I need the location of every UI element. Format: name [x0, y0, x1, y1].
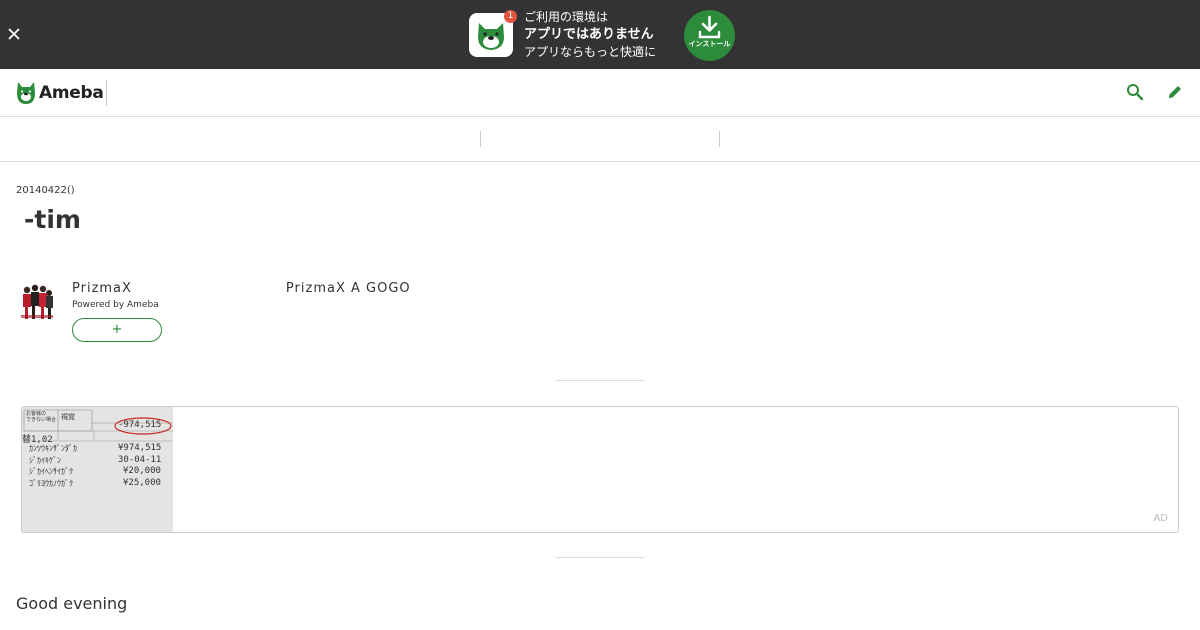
post-date: 20140422() — [16, 185, 75, 196]
post-body-text: Good evening — [16, 594, 128, 613]
notification-badge: 1 — [504, 10, 517, 23]
ad-banner[interactable]: お客様の できない場合 視覚 -974,515 替1,02 ｶﾝﾂｳｷﾝｻﾞﾝﾀ… — [21, 406, 1179, 533]
receipt-header-mid: 視覚 — [61, 413, 75, 421]
receipt-row-label: ｺﾞﾘﾖｳｶﾉｳｶﾞｸ — [29, 479, 73, 488]
receipt-row-label: ｼﾞｶｲﾍﾝｻｲｶﾞｸ — [29, 467, 73, 476]
receipt-row-value: ¥974,515 — [118, 443, 162, 453]
header-divider — [106, 80, 107, 106]
site-header: Ameba — [0, 69, 1200, 117]
section-divider — [555, 380, 645, 381]
receipt-row-value: ¥20,000 — [123, 466, 161, 476]
follow-button[interactable]: + — [72, 318, 162, 342]
download-icon — [698, 15, 721, 39]
receipt-row-label: ｶﾝﾂｳｷﾝｻﾞﾝﾀﾞｶ — [29, 444, 77, 453]
search-icon[interactable] — [1126, 83, 1146, 103]
receipt-row-value: 30-04-11 — [118, 455, 162, 465]
blog-name[interactable]: PrizmaX PrizmaX A GOGO — [72, 280, 425, 297]
nav-tab-3[interactable] — [720, 117, 1200, 161]
app-install-banner: 1 ご利用の環境は アプリではありません アプリならもっと快適に インストール — [0, 0, 1200, 69]
close-icon[interactable] — [4, 26, 24, 46]
blog-avatar[interactable] — [18, 281, 56, 321]
receipt-header-left: お客様の できない場合 — [26, 411, 57, 423]
install-button[interactable]: インストール — [684, 10, 735, 61]
powered-by: Powered by Ameba — [72, 300, 159, 310]
section-divider — [555, 557, 645, 558]
ad-image: お客様の できない場合 視覚 -974,515 替1,02 ｶﾝﾂｳｷﾝｻﾞﾝﾀ… — [22, 407, 173, 532]
banner-line-1: ご利用の環境は — [524, 10, 609, 24]
ad-label: AD — [1153, 513, 1168, 524]
logo-text: Ameba — [39, 83, 104, 103]
nav-tab-2[interactable] — [481, 117, 719, 161]
receipt-row-value: ¥25,000 — [123, 478, 161, 488]
banner-line-3: アプリならもっと快適に — [524, 45, 657, 59]
ameba-logo[interactable]: Ameba — [16, 80, 104, 106]
receipt-row-label: ｼﾞｶｲｷｹﾞﾝ — [29, 456, 61, 465]
receipt-amount-circled: -974,515 — [118, 420, 162, 430]
banner-message: ご利用の環境は アプリではありません アプリならもっと快適に — [524, 9, 656, 61]
ameba-logo-icon — [17, 82, 35, 104]
blog-nav — [0, 117, 1200, 162]
install-label: インストール — [688, 40, 731, 48]
banner-line-2: アプリではありません — [524, 27, 654, 42]
nav-tab-1[interactable] — [0, 117, 480, 161]
post-title: -tim — [24, 205, 81, 234]
pencil-icon[interactable] — [1166, 83, 1186, 103]
